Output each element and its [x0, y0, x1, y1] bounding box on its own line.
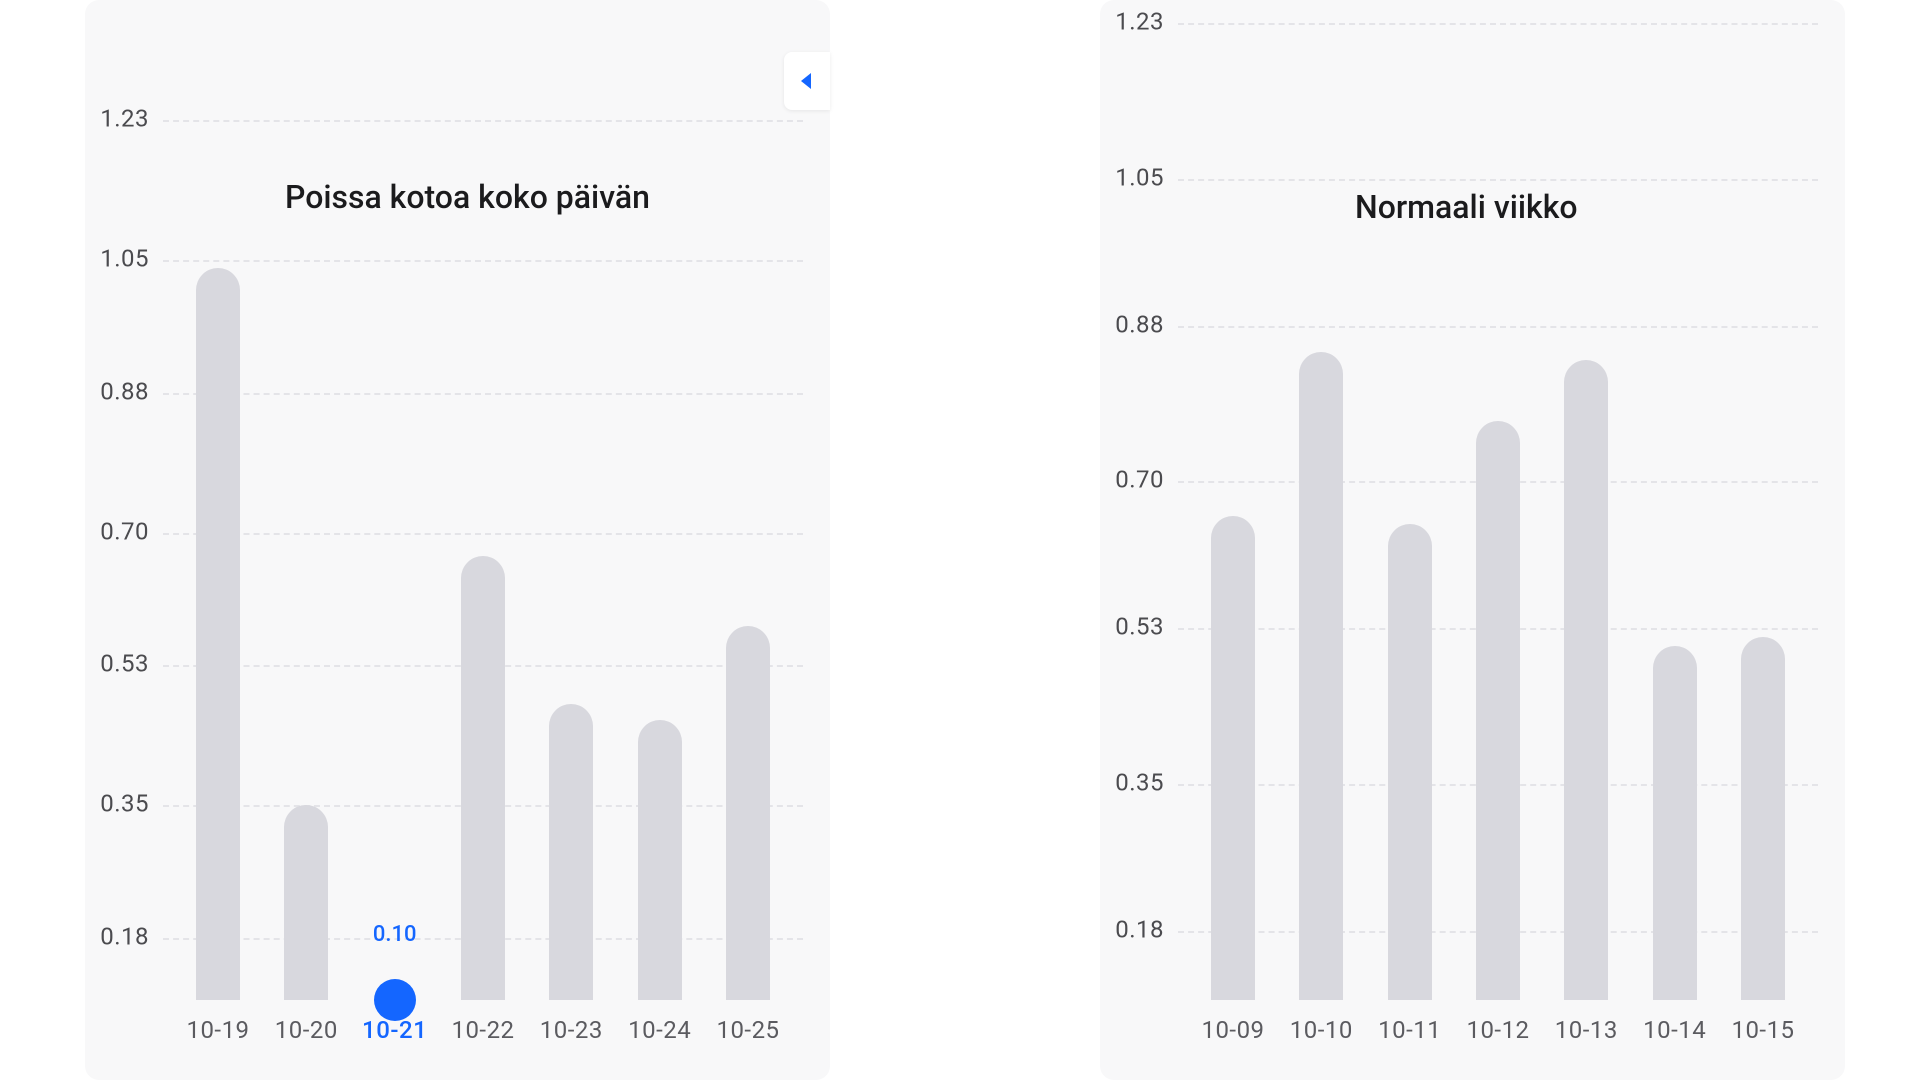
- chart-title-left: Poissa kotoa koko päivän: [285, 178, 650, 216]
- y-tick-label: 0.88: [100, 377, 149, 405]
- y-tick-label: 0.53: [1115, 613, 1164, 641]
- x-tick-label: 10-12: [1466, 1016, 1529, 1044]
- x-tick-label: 10-09: [1201, 1016, 1264, 1044]
- x-tick-label: 10-11: [1378, 1016, 1441, 1044]
- bar: [196, 268, 240, 1000]
- highlight-value-label: 0.10: [373, 922, 417, 947]
- gridline: [1178, 23, 1818, 25]
- gridline: [1178, 179, 1818, 181]
- x-tick-label: 10-15: [1731, 1016, 1794, 1044]
- gridline: [163, 393, 803, 395]
- y-tick-label: 0.35: [1115, 768, 1164, 796]
- x-tick-label: 10-13: [1555, 1016, 1618, 1044]
- bar: [1388, 524, 1432, 1000]
- y-tick-label: 0.70: [1115, 466, 1164, 494]
- x-tick-label: 10-19: [186, 1016, 249, 1044]
- x-tick-label: 10-22: [451, 1016, 514, 1044]
- y-tick-label: 0.18: [1115, 915, 1164, 943]
- y-tick-label: 1.23: [1115, 8, 1164, 36]
- y-tick-label: 0.88: [1115, 310, 1164, 338]
- gridline: [163, 533, 803, 535]
- bar: [638, 720, 682, 1000]
- gridline: [163, 260, 803, 262]
- y-tick-label: 0.70: [100, 518, 149, 546]
- y-tick-label: 1.05: [100, 245, 149, 273]
- x-tick-label: 10-23: [540, 1016, 603, 1044]
- bar: [1299, 352, 1343, 1000]
- x-tick-label: 10-20: [275, 1016, 338, 1044]
- plot-area-left: 0.180.350.530.700.881.051.231.4010-1910-…: [163, 0, 803, 1000]
- gridline: [163, 120, 803, 122]
- bar: [284, 805, 328, 1000]
- bar: [1741, 637, 1785, 1000]
- highlight-marker: [374, 979, 416, 1021]
- bar: [1211, 516, 1255, 1000]
- bar: [1476, 421, 1520, 1000]
- chart-title-right: Normaali viikko: [1355, 188, 1578, 226]
- bar: [461, 556, 505, 1000]
- chart-panel-right: 0.18 0.35 0.53 0.70 0.88 1.05 1.23 10-09 10-10 10…: [1100, 0, 1845, 1080]
- bar: [1653, 646, 1697, 1000]
- y-tick-label: 0.18: [100, 922, 149, 950]
- scroll-left-button[interactable]: [784, 52, 830, 110]
- bar: [1564, 360, 1608, 1000]
- y-tick-label: 1.05: [1115, 163, 1164, 191]
- x-tick-label: 10-10: [1290, 1016, 1353, 1044]
- y-tick-label: 0.53: [100, 650, 149, 678]
- chevron-left-icon: [799, 71, 815, 91]
- chart-panel-left: 0.18 0.35 0.53 0.70 0.88 1.05 1.23 1.40 10-19 10-…: [85, 0, 830, 1080]
- y-tick-label: 1.40: [100, 0, 149, 1]
- y-tick-label: 1.23: [100, 105, 149, 133]
- viewport: 0.18 0.35 0.53 0.70 0.88 1.05 1.23 1.40 10-19 10-…: [0, 0, 1920, 1080]
- bar: [549, 704, 593, 1000]
- bar: [726, 626, 770, 1000]
- y-tick-label: 0.35: [100, 790, 149, 818]
- gridline: [1178, 326, 1818, 328]
- x-tick-label: 10-25: [716, 1016, 779, 1044]
- x-tick-label: 10-24: [628, 1016, 691, 1044]
- x-tick-label: 10-14: [1643, 1016, 1706, 1044]
- plot-area-right: 0.180.350.530.700.881.051.2310-0910-1010…: [1178, 23, 1818, 1000]
